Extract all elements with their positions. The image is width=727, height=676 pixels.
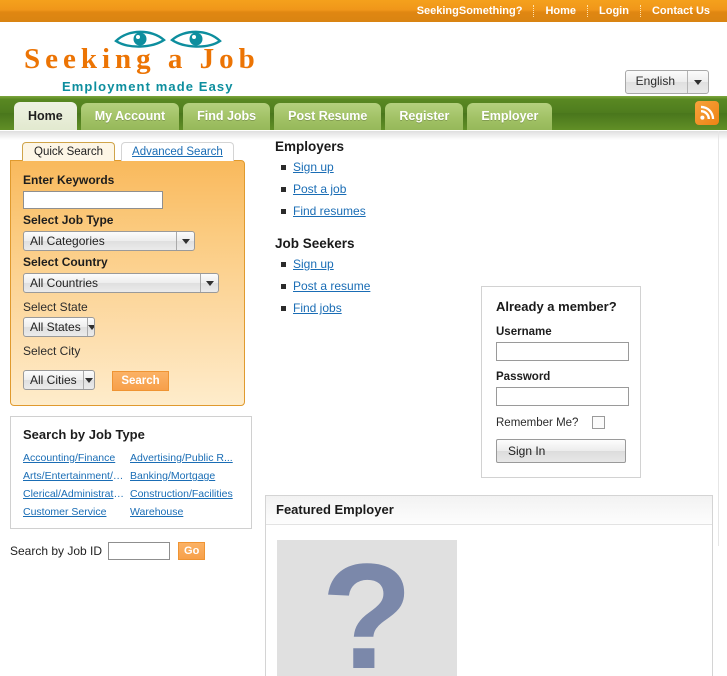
job-seekers-link-list: Sign up Post a resume Find jobs (275, 257, 465, 315)
job-type-link-warehouse[interactable]: Warehouse (130, 506, 241, 518)
list-item: Sign up (293, 257, 465, 271)
sign-in-button[interactable]: Sign In (496, 439, 626, 463)
left-sidebar: Quick Search Advanced Search Enter Keywo… (10, 141, 260, 560)
language-value: English (626, 71, 687, 93)
job-type-link-banking-mortgage[interactable]: Banking/Mortgage (130, 470, 241, 482)
list-item: Post a resume (293, 279, 465, 293)
chevron-down-icon (83, 371, 94, 389)
tab-quick-search[interactable]: Quick Search (22, 142, 115, 161)
job-id-label: Search by Job ID (10, 544, 102, 558)
jobseeker-link-find-jobs[interactable]: Find jobs (293, 301, 342, 315)
jobseeker-link-sign-up[interactable]: Sign up (293, 257, 334, 271)
search-by-job-type-panel: Search by Job Type Accounting/Finance Ad… (10, 416, 252, 529)
content-right-border (718, 131, 719, 546)
topbar-link-contact-us[interactable]: Contact Us (641, 0, 721, 22)
language-select[interactable]: English (625, 70, 709, 94)
jobtype-value: All Categories (24, 234, 176, 248)
jobtype-select[interactable]: All Categories (23, 231, 195, 251)
nav-tab-employer[interactable]: Employer (467, 103, 552, 130)
search-tab-list: Quick Search Advanced Search (22, 141, 260, 161)
nav-tab-my-account[interactable]: My Account (81, 103, 179, 130)
country-select[interactable]: All Countries (23, 273, 219, 293)
employer-link-post-a-job[interactable]: Post a job (293, 182, 346, 196)
job-type-link-arts-entertainment[interactable]: Arts/Entertainment/P... (23, 470, 126, 482)
username-input[interactable] (496, 342, 629, 361)
login-panel: Already a member? Username Password Reme… (481, 286, 641, 478)
nav-tab-home[interactable]: Home (14, 102, 77, 130)
middle-column: Employers Sign up Post a job Find resume… (275, 139, 465, 323)
job-type-link-clerical-administrative[interactable]: Clerical/Administrative (23, 488, 126, 500)
job-type-link-accounting-finance[interactable]: Accounting/Finance (23, 452, 126, 464)
topbar-link-login[interactable]: Login (588, 0, 640, 22)
username-label: Username (496, 326, 626, 338)
chevron-down-icon (200, 274, 218, 292)
job-type-link-advertising-public-relations[interactable]: Advertising/Public R... (130, 452, 241, 464)
country-value: All Countries (24, 276, 200, 290)
featured-employer-title: Featured Employer (266, 496, 712, 525)
nav-tab-list: Home My Account Find Jobs Post Resume Re… (14, 96, 556, 130)
question-mark-icon: ? (321, 551, 413, 676)
job-type-link-construction-facilities[interactable]: Construction/Facilities (130, 488, 241, 500)
state-label: Select State (23, 300, 234, 314)
password-label: Password (496, 371, 626, 383)
chevron-down-icon (87, 318, 95, 336)
remember-me-label: Remember Me? (496, 417, 578, 429)
site-header: Seeking a Job Employment made Easy Engli… (0, 22, 727, 96)
keywords-label: Enter Keywords (23, 173, 234, 187)
page-content: Quick Search Advanced Search Enter Keywo… (0, 130, 727, 546)
employer-link-find-resumes[interactable]: Find resumes (293, 204, 366, 218)
keywords-input[interactable] (23, 191, 163, 209)
city-label: Select City (23, 344, 234, 358)
nav-tab-find-jobs[interactable]: Find Jobs (183, 103, 270, 130)
state-select[interactable]: All States (23, 317, 95, 337)
featured-employer-panel: Featured Employer ? (265, 495, 713, 676)
list-item: Find jobs (293, 301, 465, 315)
state-value: All States (24, 320, 87, 334)
employer-link-sign-up[interactable]: Sign up (293, 160, 334, 174)
city-select[interactable]: All Cities (23, 370, 95, 390)
nav-tab-post-resume[interactable]: Post Resume (274, 103, 381, 130)
city-value: All Cities (24, 373, 83, 387)
featured-employer-image-placeholder: ? (277, 540, 457, 676)
tab-advanced-search[interactable]: Advanced Search (121, 142, 234, 161)
rss-icon[interactable] (695, 101, 719, 125)
jobtype-label: Select Job Type (23, 213, 234, 227)
country-label: Select Country (23, 255, 234, 269)
search-button[interactable]: Search (112, 371, 168, 391)
logo-wordmark: Seeking a Job (24, 43, 260, 76)
employers-title: Employers (275, 139, 465, 154)
site-logo[interactable]: Seeking a Job Employment made Easy (14, 26, 314, 92)
jobseeker-link-post-a-resume[interactable]: Post a resume (293, 279, 370, 293)
job-type-link-grid: Accounting/Finance Advertising/Public R.… (23, 452, 241, 518)
remember-me-checkbox[interactable] (592, 416, 605, 429)
nav-tab-register[interactable]: Register (385, 103, 463, 130)
job-type-link-customer-service[interactable]: Customer Service (23, 506, 126, 518)
chevron-down-icon (176, 232, 194, 250)
topbar-link-seekingsomething[interactable]: SeekingSomething? (406, 0, 534, 22)
list-item: Find resumes (293, 204, 465, 218)
logo-tagline: Employment made Easy (62, 79, 234, 94)
quick-search-panel: Enter Keywords Select Job Type All Categ… (10, 160, 245, 406)
remember-me-row: Remember Me? (496, 416, 626, 429)
employers-link-list: Sign up Post a job Find resumes (275, 160, 465, 218)
password-input[interactable] (496, 387, 629, 406)
list-item: Post a job (293, 182, 465, 196)
top-utility-bar: SeekingSomething? Home Login Contact Us (0, 0, 727, 22)
login-title: Already a member? (496, 299, 626, 314)
job-seekers-title: Job Seekers (275, 236, 465, 251)
chevron-down-icon (687, 71, 708, 93)
tab-advanced-search-link[interactable]: Advanced Search (132, 146, 223, 158)
page-root: SeekingSomething? Home Login Contact Us … (0, 0, 727, 545)
list-item: Sign up (293, 160, 465, 174)
main-navigation: Home My Account Find Jobs Post Resume Re… (0, 96, 727, 130)
job-type-title: Search by Job Type (23, 427, 241, 442)
topbar-link-home[interactable]: Home (534, 0, 587, 22)
